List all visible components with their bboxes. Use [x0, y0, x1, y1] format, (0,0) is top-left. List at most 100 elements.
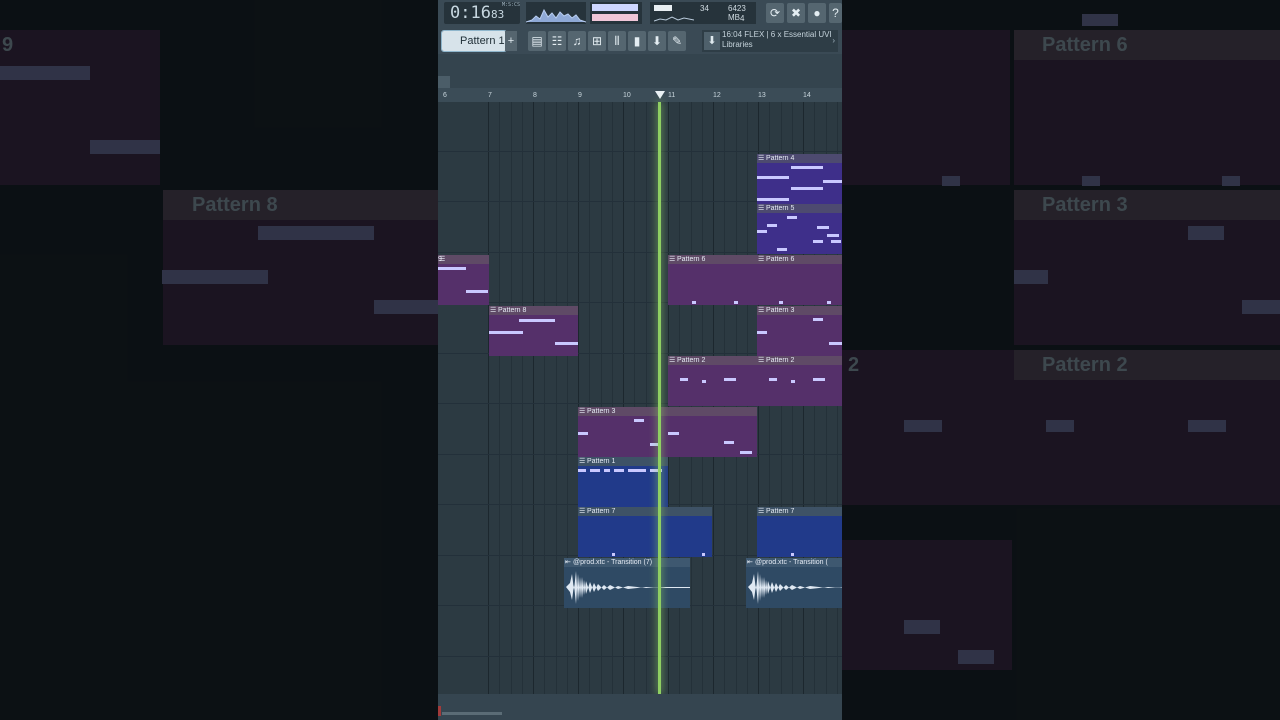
ruler-number: 6	[443, 92, 447, 99]
note	[827, 301, 831, 304]
cpu-value: 34	[700, 4, 709, 13]
note	[702, 553, 705, 556]
note	[791, 187, 823, 190]
pattern-clip[interactable]: Pattern 3	[578, 407, 757, 457]
note	[740, 451, 752, 454]
time-mode-label: M:S:CS	[502, 2, 521, 8]
news-panel[interactable]: ⬇ 16:04 FLEX | 6 x Essential UVI Librari…	[702, 30, 838, 52]
note	[787, 216, 797, 219]
clip-label: Pattern 2	[668, 356, 758, 365]
browser-icon[interactable]: ⊞	[588, 31, 606, 51]
pattern-clip[interactable]: Pattern 3	[757, 306, 842, 356]
output-meters	[590, 2, 642, 24]
ruler-number: 11	[668, 92, 676, 99]
pattern-clip[interactable]: Pattern 7	[757, 507, 842, 557]
left-background: 9 Pattern 8	[0, 0, 438, 720]
note	[791, 380, 795, 383]
clip-label: Pattern 4	[757, 154, 842, 163]
clip-label: @prod.xtc - Transition (	[746, 558, 842, 567]
note	[757, 198, 789, 201]
note	[724, 378, 736, 381]
ruler-number: 14	[803, 92, 811, 99]
ruler-number: 13	[758, 92, 766, 99]
add-pattern-button[interactable]: +	[505, 31, 517, 51]
note	[628, 469, 646, 472]
pattern-clip[interactable]: Pattern 4	[757, 154, 842, 204]
top-toolbar: 0:1683 M:S:CS 34 6423 MB 4 ⟳ ✖ ● ?	[438, 0, 842, 28]
pattern-clip[interactable]: Pattern 5	[757, 204, 842, 254]
playlist-grid[interactable]: Pattern 4 Pattern 5 9 Pattern	[438, 102, 842, 707]
pattern-clip[interactable]: Pattern 2	[668, 356, 758, 406]
ruler-number: 10	[623, 92, 631, 99]
track-row[interactable]	[438, 607, 842, 657]
mixer-icon[interactable]: ✖	[787, 3, 805, 23]
note	[827, 234, 839, 237]
pattern-clip[interactable]: Pattern 2	[757, 356, 842, 406]
clip-label: @prod.xtc - Transition (7)	[564, 558, 690, 567]
note	[519, 319, 555, 322]
news-time: 16:04	[722, 30, 743, 39]
clip-label: Pattern 2	[757, 356, 842, 365]
note	[724, 441, 734, 444]
clip-label: Pattern 3	[757, 306, 842, 315]
note	[813, 240, 823, 243]
loop-record-button[interactable]: ⟳	[766, 3, 784, 23]
note	[791, 166, 823, 169]
note	[813, 378, 825, 381]
note	[555, 342, 578, 345]
playhead-marker[interactable]	[655, 91, 665, 99]
plugin-icon[interactable]: ▮	[628, 31, 646, 51]
note	[757, 331, 767, 334]
pattern-selector[interactable]: Pattern 1	[441, 30, 507, 52]
download-icon: ⬇	[704, 32, 720, 50]
pattern-clip[interactable]: Pattern 7	[578, 507, 712, 557]
tools-icon[interactable]: ✎	[668, 31, 686, 51]
note	[779, 301, 783, 304]
note	[813, 318, 823, 321]
pattern-clip[interactable]: 9	[438, 255, 489, 305]
daw-window: 0:1683 M:S:CS 34 6423 MB 4 ⟳ ✖ ● ? Patte…	[438, 0, 842, 720]
ruler-number: 8	[533, 92, 537, 99]
note	[769, 378, 777, 381]
clip-label: Pattern 3	[578, 407, 757, 416]
pattern-clip[interactable]: Pattern 8	[489, 306, 578, 356]
polyphony-value: 4	[740, 14, 745, 23]
bg-dim-overlay	[0, 0, 438, 720]
piano-roll-icon[interactable]: ♫	[568, 31, 586, 51]
pattern-clip[interactable]: Pattern 6	[757, 255, 842, 305]
pattern-clip[interactable]: Pattern 1	[578, 457, 668, 507]
clip-label: Pattern 6	[668, 255, 758, 264]
plugin-picker-icon[interactable]: ⬇	[648, 31, 666, 51]
audio-clip[interactable]: @prod.xtc - Transition (7)	[564, 558, 690, 608]
scrollbar-thumb[interactable]	[442, 712, 502, 715]
note	[634, 419, 644, 422]
timeline-ruler[interactable]: 6 7 8 9 10 11 12 13 14	[438, 88, 842, 102]
playlist-icon[interactable]: ▤	[528, 31, 546, 51]
track-row[interactable]	[438, 102, 842, 152]
time-sub: 83	[490, 8, 505, 21]
oscilloscope[interactable]	[526, 2, 586, 24]
help-icon[interactable]: ?	[829, 3, 842, 23]
corner-grip[interactable]	[438, 76, 450, 88]
song-time-display[interactable]: 0:1683 M:S:CS	[444, 2, 520, 24]
note	[777, 248, 787, 251]
news-title: FLEX | 6 x Essential UVI	[744, 30, 832, 39]
ruler-number: 9	[578, 92, 582, 99]
audio-waveform	[566, 571, 690, 604]
note	[767, 224, 777, 227]
pattern-clip[interactable]: Pattern 6	[668, 255, 758, 305]
cpu-memory-panel[interactable]: 34 6423 MB 4	[650, 2, 756, 24]
note	[757, 176, 789, 179]
right-background: Pattern 6 6 Pattern 3 Pattern 2 2	[842, 0, 1280, 720]
channel-rack-icon[interactable]: ☷	[548, 31, 566, 51]
oscilloscope-wave	[526, 8, 586, 23]
mixer-faders-icon[interactable]: ⫴	[608, 31, 626, 51]
note	[438, 267, 466, 270]
cpu-history	[654, 16, 694, 22]
note	[578, 432, 588, 435]
chevron-right-icon: ›	[832, 36, 835, 45]
clip-label: Pattern 8	[489, 306, 578, 315]
audio-clip[interactable]: @prod.xtc - Transition (	[746, 558, 842, 608]
microphone-icon[interactable]: ●	[808, 3, 826, 23]
bottom-scrollbar[interactable]	[438, 694, 842, 720]
